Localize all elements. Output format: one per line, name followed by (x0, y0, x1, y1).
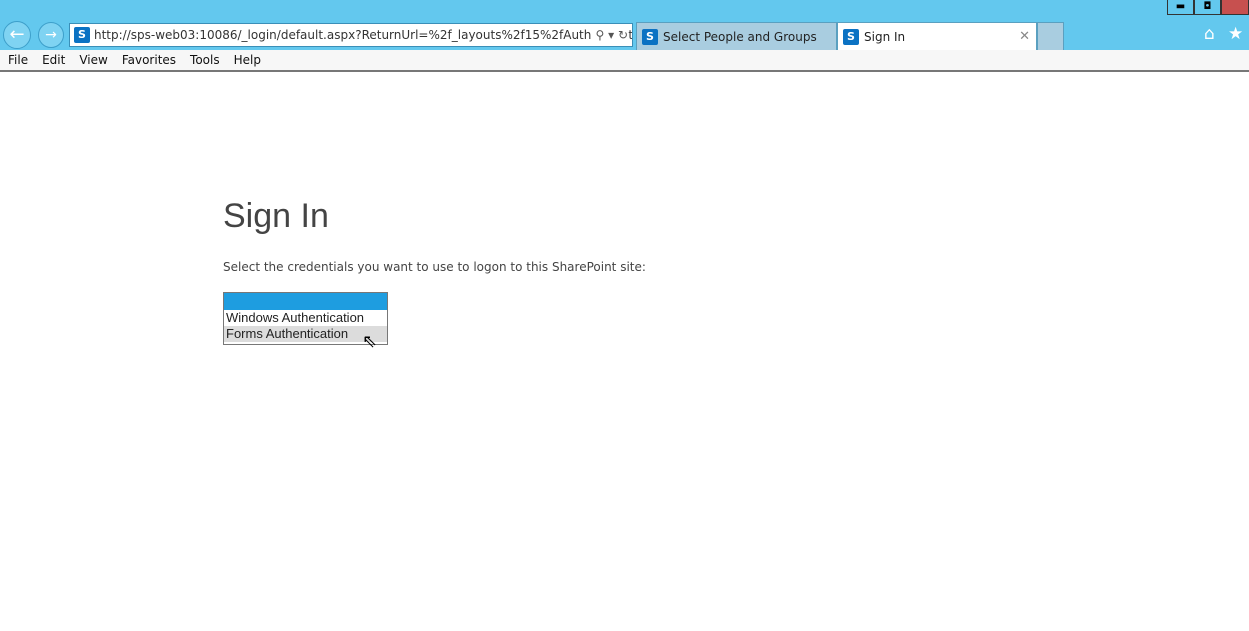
menu-view[interactable]: View (79, 50, 107, 70)
restore-button[interactable]: ◘ (1194, 0, 1221, 15)
credentials-prompt: Select the credentials you want to use t… (223, 260, 646, 274)
menu-file[interactable]: File (8, 50, 28, 70)
url-text: http://sps-web03:10086/_login/default.as… (94, 28, 633, 42)
arrow-left-icon: ← (9, 24, 25, 45)
close-tab-icon[interactable]: ✕ (1019, 23, 1030, 51)
menu-edit[interactable]: Edit (42, 50, 65, 70)
address-bar[interactable]: S http://sps-web03:10086/_login/default.… (69, 23, 633, 47)
dropdown-icon[interactable]: ▾ (608, 28, 614, 42)
forward-button[interactable]: → (38, 22, 64, 48)
arrow-right-icon: → (45, 27, 57, 43)
window-controls: ▬ ◘ (1167, 0, 1249, 15)
sharepoint-icon: S (843, 29, 859, 45)
menu-favorites[interactable]: Favorites (122, 50, 176, 70)
tab-select-people[interactable]: S Select People and Groups (636, 22, 837, 50)
option-windows-auth[interactable]: Windows Authentication (224, 310, 387, 326)
tab-label: Sign In (864, 30, 906, 44)
menu-tools[interactable]: Tools (190, 50, 220, 70)
sharepoint-icon: S (642, 29, 658, 45)
page-title: Sign In (223, 197, 329, 235)
back-button[interactable]: ← (3, 21, 31, 49)
minimize-button[interactable]: ▬ (1167, 0, 1194, 15)
home-icon[interactable]: ⌂ (1204, 24, 1215, 44)
tab-label: Select People and Groups (663, 30, 817, 44)
mouse-cursor-icon: ⇖ (362, 331, 378, 352)
new-tab-button[interactable] (1037, 22, 1064, 50)
refresh-icon[interactable]: ↻ (618, 28, 628, 42)
tab-sign-in[interactable]: S Sign In ✕ (837, 22, 1037, 50)
menu-bar: File Edit View Favorites Tools Help (0, 50, 1249, 72)
sharepoint-icon: S (74, 27, 90, 43)
favorites-star-icon[interactable]: ★ (1228, 24, 1243, 44)
browser-chrome: ▬ ◘ ← → S http://sps-web03:10086/_login/… (0, 0, 1249, 50)
search-icon[interactable]: ⚲ (595, 28, 604, 42)
menu-help[interactable]: Help (234, 50, 261, 70)
close-window-button[interactable] (1221, 0, 1249, 15)
option-blank[interactable] (224, 293, 387, 310)
